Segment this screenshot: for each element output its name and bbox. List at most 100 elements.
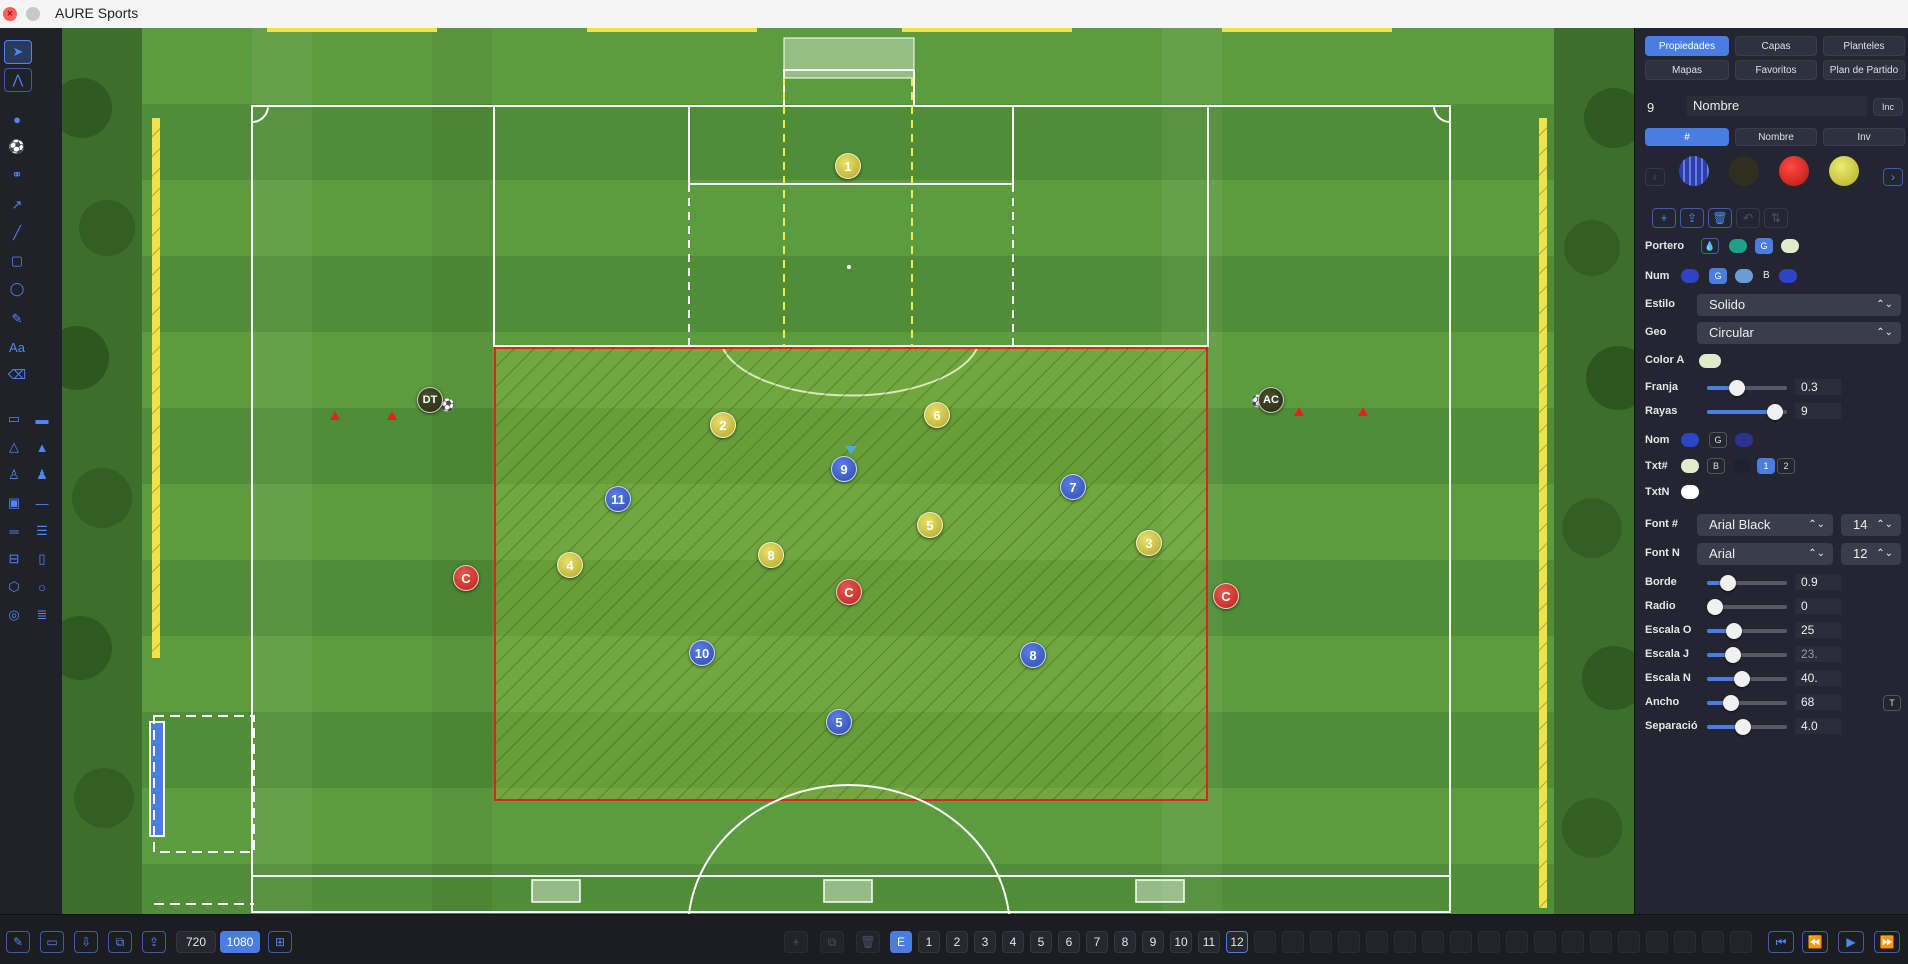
lines-icon[interactable]: ☰: [30, 520, 54, 542]
empty-frame-slot[interactable]: [1506, 931, 1528, 953]
frame-button[interactable]: 2: [946, 931, 968, 953]
empty-frame-slot[interactable]: [1590, 931, 1612, 953]
target-icon[interactable]: ◎: [2, 604, 26, 626]
num-b-swatch[interactable]: [1779, 269, 1797, 283]
num-g-chip[interactable]: G: [1709, 268, 1727, 284]
tab-planteles[interactable]: Planteles: [1823, 36, 1905, 56]
franja-slider-knob[interactable]: [1729, 380, 1745, 396]
slider-value[interactable]: 4.0: [1795, 718, 1841, 734]
arrow-tool-icon[interactable]: ↗: [4, 194, 30, 216]
inc-button[interactable]: Inc: [1873, 98, 1903, 116]
trash-icon[interactable]: 🗑: [1708, 208, 1732, 228]
empty-frame-slot[interactable]: [1618, 931, 1640, 953]
rectangle-tool-icon[interactable]: ▢: [4, 250, 30, 272]
slider-track[interactable]: [1707, 719, 1787, 735]
export-icon[interactable]: ⇪: [142, 931, 166, 953]
nom-dark-swatch[interactable]: [1735, 433, 1753, 447]
font-hash-size-select[interactable]: 14 ⌃⌄: [1841, 514, 1901, 536]
tab-favoritos[interactable]: Favoritos: [1735, 60, 1817, 80]
frame-button[interactable]: 6: [1058, 931, 1080, 953]
resolution-1080-button[interactable]: 1080: [220, 931, 260, 953]
t-button[interactable]: T: [1883, 695, 1901, 711]
close-icon[interactable]: ×: [3, 7, 17, 21]
player-token[interactable]: 6: [924, 402, 950, 428]
slider-knob[interactable]: [1707, 599, 1723, 615]
segment-inv[interactable]: Inv: [1823, 128, 1905, 146]
empty-frame-slot[interactable]: [1366, 931, 1388, 953]
new-file-icon[interactable]: ✎: [6, 931, 30, 953]
swap-icon[interactable]: ⇅: [1764, 208, 1788, 228]
slider-knob[interactable]: [1720, 575, 1736, 591]
estilo-select[interactable]: Solido ⌃⌄: [1697, 294, 1901, 316]
empty-frame-slot[interactable]: [1254, 931, 1276, 953]
kit-red-swatch[interactable]: [1779, 156, 1809, 186]
empty-frame-slot[interactable]: [1282, 931, 1304, 953]
save-icon[interactable]: ⇩: [74, 931, 98, 953]
grid-rect-icon[interactable]: ⊟: [2, 548, 26, 570]
player-token[interactable]: 11: [605, 486, 631, 512]
slider-track[interactable]: [1707, 623, 1787, 639]
empty-frame-slot[interactable]: [1646, 931, 1668, 953]
num-b-chip[interactable]: B: [1763, 270, 1770, 281]
font-hash-select[interactable]: Arial Black ⌃⌄: [1697, 514, 1833, 536]
minimize-icon[interactable]: [26, 7, 40, 21]
frame-button[interactable]: 5: [1030, 931, 1052, 953]
num-light-swatch[interactable]: [1735, 269, 1753, 283]
portero-color-swatch[interactable]: [1729, 239, 1747, 253]
play-icon[interactable]: ▶: [1838, 931, 1864, 953]
delete-frame-icon[interactable]: 🗑: [856, 931, 880, 953]
empty-frame-slot[interactable]: [1394, 931, 1416, 953]
empty-frame-slot[interactable]: [1422, 931, 1444, 953]
rewind-icon[interactable]: ⏪: [1802, 931, 1828, 953]
empty-frame-slot[interactable]: [1450, 931, 1472, 953]
open-folder-icon[interactable]: ▭: [40, 931, 64, 953]
triangle-outline-icon[interactable]: △: [2, 436, 26, 458]
frame-button[interactable]: 1: [918, 931, 940, 953]
franja-slider[interactable]: [1707, 380, 1787, 396]
kit-stripes-swatch[interactable]: [1679, 156, 1709, 186]
txt-hash-dark-swatch[interactable]: [1733, 459, 1751, 473]
player-token[interactable]: 3: [1136, 530, 1162, 556]
line-tool-icon[interactable]: ╱: [4, 222, 30, 244]
undo-icon[interactable]: ↶: [1736, 208, 1760, 228]
slider-value[interactable]: 25: [1795, 622, 1841, 638]
staff-token[interactable]: AC: [1258, 387, 1284, 413]
font-n-select[interactable]: Arial ⌃⌄: [1697, 543, 1833, 565]
slider-value[interactable]: 40.: [1795, 670, 1841, 686]
rayas-slider-knob[interactable]: [1767, 404, 1783, 420]
circle-tool-icon[interactable]: ◯: [4, 278, 30, 300]
coach-token[interactable]: C: [1213, 583, 1239, 609]
save-icon[interactable]: ⇪: [1680, 208, 1704, 228]
player-token[interactable]: 2: [710, 412, 736, 438]
slider-knob[interactable]: [1725, 647, 1741, 663]
chevron-right-icon[interactable]: ›: [1883, 168, 1903, 186]
player-token[interactable]: 5: [917, 512, 943, 538]
frame-button[interactable]: 12: [1226, 931, 1248, 953]
portrait-icon[interactable]: ▣: [2, 492, 26, 514]
nom-color-swatch[interactable]: [1681, 433, 1699, 447]
player-token[interactable]: 10: [689, 640, 715, 666]
tab-plan-de-partido[interactable]: Plan de Partido: [1823, 60, 1905, 80]
slider-value[interactable]: 0.9: [1795, 574, 1841, 590]
copy-frame-icon[interactable]: ⧉: [820, 931, 844, 953]
drop-icon[interactable]: 💧: [1701, 238, 1719, 254]
player-token[interactable]: 1: [835, 153, 861, 179]
cube-icon[interactable]: ⬡: [2, 576, 26, 598]
frame-button[interactable]: 9: [1142, 931, 1164, 953]
list-icon[interactable]: ≣: [30, 604, 54, 626]
txt-hash-light-swatch[interactable]: [1681, 459, 1699, 473]
add-frame-icon[interactable]: +: [784, 931, 808, 953]
coach-token[interactable]: C: [836, 579, 862, 605]
frame-button[interactable]: 11: [1198, 931, 1220, 953]
figure-icon[interactable]: ♙: [2, 464, 26, 486]
empty-frame-slot[interactable]: [1338, 931, 1360, 953]
slider-value[interactable]: 0: [1795, 598, 1841, 614]
empty-frame-slot[interactable]: [1310, 931, 1332, 953]
skip-start-icon[interactable]: ⏮: [1768, 931, 1794, 953]
frame-button[interactable]: 4: [1002, 931, 1024, 953]
ring-icon[interactable]: ○: [30, 576, 54, 598]
resolution-720-button[interactable]: 720: [176, 931, 216, 953]
eraser-tool-icon[interactable]: ⌫: [4, 364, 30, 386]
slider-value[interactable]: 23.: [1795, 646, 1841, 662]
segment-nombre[interactable]: Nombre: [1735, 128, 1817, 146]
